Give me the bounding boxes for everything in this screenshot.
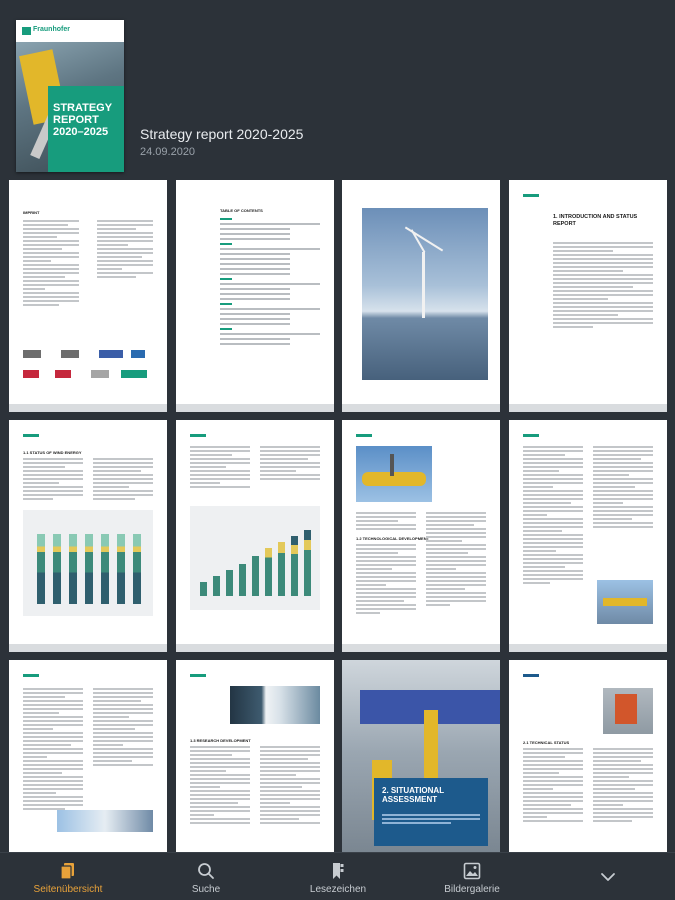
bookmark-icon xyxy=(333,863,344,879)
page-8-text-left xyxy=(523,446,583,586)
page-2-toc-lines xyxy=(220,218,320,348)
pages-icon xyxy=(60,863,74,880)
tab-label: Bildergalerie xyxy=(444,884,500,895)
document-date: 24.09.2020 xyxy=(140,146,196,158)
page-thumbnail-5[interactable]: 1.1 STATUS OF WIND ENERGY xyxy=(9,420,167,652)
page-6-accent xyxy=(190,434,206,437)
page-5-text-right xyxy=(93,458,153,502)
page-4-text xyxy=(553,242,653,330)
page-thumbnail-2[interactable]: TABLE OF CONTENTS xyxy=(176,180,334,412)
page-10-text-left xyxy=(190,746,250,826)
page-12-accent xyxy=(523,674,539,677)
page-6-footer xyxy=(176,644,334,652)
page-7-photo xyxy=(356,446,432,502)
page-10-heading: 1.3 RESEARCH DEVELOPMENT xyxy=(190,738,251,743)
page-8-footer xyxy=(509,644,667,652)
brand-logo-text: Fraunhofer xyxy=(33,26,70,33)
page-8-photo xyxy=(597,580,653,624)
tab-label: Lesezeichen xyxy=(309,884,367,895)
page-5-bar-chart xyxy=(23,510,153,616)
tab-page-overview[interactable]: Seitenübersicht xyxy=(20,853,116,900)
brand-logo: Fraunhofer xyxy=(22,26,82,36)
tab-search[interactable]: Suche xyxy=(158,853,254,900)
page-3-footer xyxy=(342,404,500,412)
page-5-heading: 1.1 STATUS OF WIND ENERGY xyxy=(23,450,82,455)
page-12-heading: 2.1 TECHNICAL STATUS xyxy=(523,740,570,745)
page-11-title-panel: 2. SITUATIONAL ASSESSMENT xyxy=(374,778,488,846)
page-thumbnail-6[interactable] xyxy=(176,420,334,652)
page-5-text-left xyxy=(23,458,83,502)
search-icon xyxy=(198,863,214,879)
page-2-footer xyxy=(176,404,334,412)
page-thumbnail-1[interactable]: IMPRINT xyxy=(9,180,167,412)
page-10-photo xyxy=(230,686,320,724)
tab-bookmarks[interactable]: Lesezeichen xyxy=(290,853,386,900)
page-7-text-left xyxy=(356,512,416,532)
gallery-icon xyxy=(463,862,481,880)
page-thumbnail-grid: IMPRINT TABLE OF CONTENTS 1. INTRODUCTIO… xyxy=(0,180,675,892)
page-12-text-right xyxy=(593,748,653,824)
page-7-footer xyxy=(342,644,500,652)
page-7-text-left-2 xyxy=(356,544,416,616)
page-1-footer xyxy=(9,404,167,412)
page-12-photo xyxy=(603,688,653,734)
page-6-bar-chart xyxy=(190,506,320,610)
tab-image-gallery[interactable]: Bildergalerie xyxy=(424,853,520,900)
page-thumbnail-3[interactable] xyxy=(342,180,500,412)
tab-more[interactable] xyxy=(584,853,632,900)
page-8-accent xyxy=(523,434,539,437)
page-9-text-right xyxy=(93,688,153,768)
page-1-heading: IMPRINT xyxy=(23,210,40,215)
page-11-heading: 2. SITUATIONAL ASSESSMENT xyxy=(382,786,444,804)
cover-title: STRATEGY REPORT 2020–2025 xyxy=(53,102,112,138)
page-9-accent xyxy=(23,674,39,677)
page-3-wind-turbine-photo xyxy=(362,208,488,380)
page-4-accent xyxy=(523,194,539,197)
page-9-text-left xyxy=(23,688,83,812)
page-9-photo xyxy=(57,810,153,832)
page-thumbnail-4[interactable]: 1. INTRODUCTION AND STATUS REPORT xyxy=(509,180,667,412)
page-thumbnail-7[interactable]: 1.2 TECHNOLOGICAL DEVELOPMENT xyxy=(342,420,500,652)
document-title: Strategy report 2020-2025 xyxy=(140,126,304,142)
page-7-accent xyxy=(356,434,372,437)
page-5-footer xyxy=(9,644,167,652)
bottom-tab-bar: Seitenübersicht Suche Lesezeichen Bilder… xyxy=(0,852,675,900)
page-4-heading: 1. INTRODUCTION AND STATUS REPORT xyxy=(553,214,638,227)
document-header: Fraunhofer STRATEGY REPORT 2020–2025 Str… xyxy=(0,0,675,178)
brand-logo-mark xyxy=(22,27,31,35)
page-6-text-left xyxy=(190,446,250,490)
chevron-down-icon xyxy=(601,873,615,881)
tab-label: Seitenübersicht xyxy=(33,884,103,895)
page-8-text-right xyxy=(593,446,653,530)
document-cover[interactable]: Fraunhofer STRATEGY REPORT 2020–2025 xyxy=(16,20,124,172)
page-12-text-left xyxy=(523,748,583,824)
page-11-subtext xyxy=(382,814,480,826)
page-1-sponsor-logos xyxy=(23,350,153,386)
cover-title-panel: STRATEGY REPORT 2020–2025 xyxy=(48,86,124,172)
page-2-heading: TABLE OF CONTENTS xyxy=(220,208,263,213)
page-10-text-right xyxy=(260,746,320,826)
page-1-text-right xyxy=(97,220,153,280)
page-10-accent xyxy=(190,674,206,677)
page-5-accent xyxy=(23,434,39,437)
page-1-text-left xyxy=(23,220,79,308)
page-6-text-right xyxy=(260,446,320,482)
page-thumbnail-8[interactable] xyxy=(509,420,667,652)
page-7-text-right xyxy=(426,512,486,608)
page-7-heading: 1.2 TECHNOLOGICAL DEVELOPMENT xyxy=(356,536,430,541)
tab-label: Suche xyxy=(191,884,221,895)
page-4-footer xyxy=(509,404,667,412)
